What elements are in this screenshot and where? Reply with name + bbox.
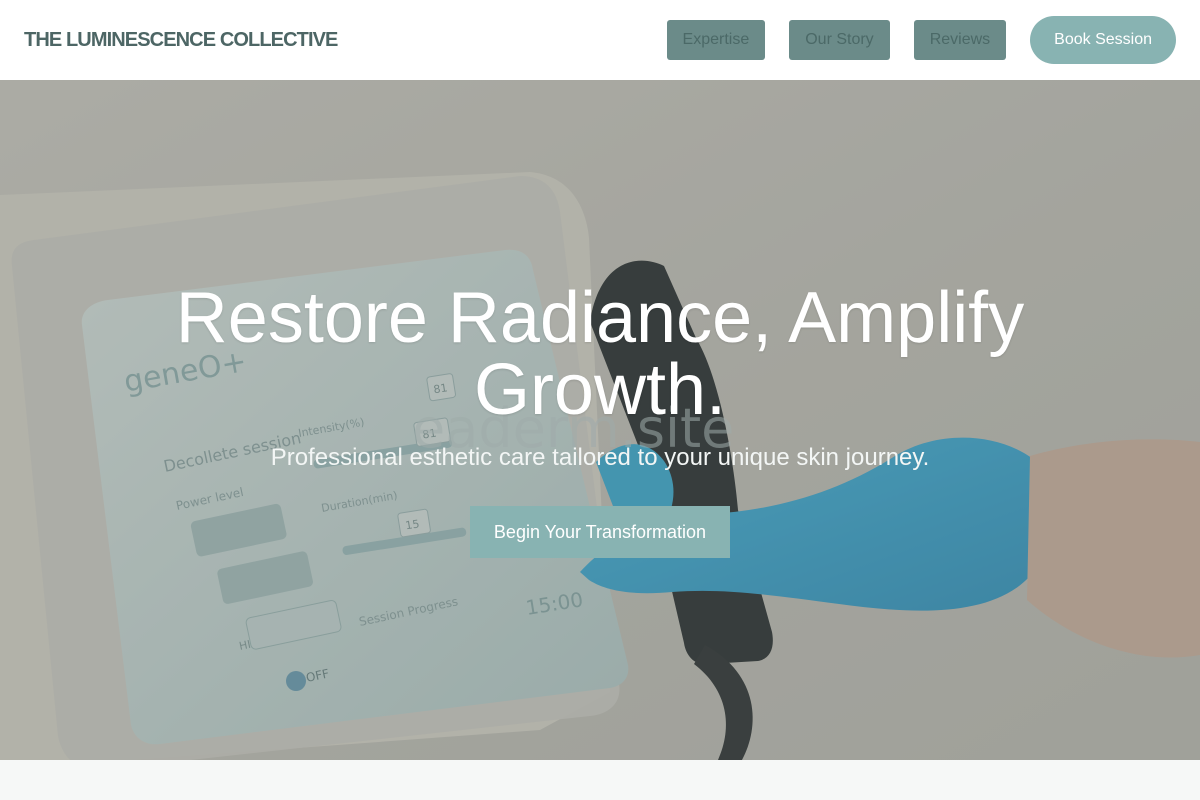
book-session-button[interactable]: Book Session bbox=[1030, 16, 1176, 64]
nav-link-our-story[interactable]: Our Story bbox=[789, 20, 890, 60]
site-header: THE LUMINESCENCE COLLECTIVE Expertise Ou… bbox=[0, 0, 1200, 80]
landing-page: THE LUMINESCENCE COLLECTIVE Expertise Ou… bbox=[0, 0, 1200, 800]
below-hero-section bbox=[0, 760, 1200, 800]
brand-logo[interactable]: THE LUMINESCENCE COLLECTIVE bbox=[24, 29, 338, 52]
hero-section: geneO+ Decollete session Power level Int… bbox=[0, 80, 1200, 760]
hero-subtitle: Professional esthetic care tailored to y… bbox=[270, 444, 930, 471]
begin-transformation-button[interactable]: Begin Your Transformation bbox=[470, 506, 730, 558]
hero-title: Restore Radiance, Amplify Growth. bbox=[175, 278, 1025, 430]
hero-content: Restore Radiance, Amplify Growth. Profes… bbox=[0, 80, 1200, 760]
nav-link-reviews[interactable]: Reviews bbox=[913, 20, 1007, 60]
nav-link-expertise[interactable]: Expertise bbox=[666, 20, 766, 60]
main-nav: Expertise Our Story Reviews Book Session bbox=[666, 16, 1176, 64]
